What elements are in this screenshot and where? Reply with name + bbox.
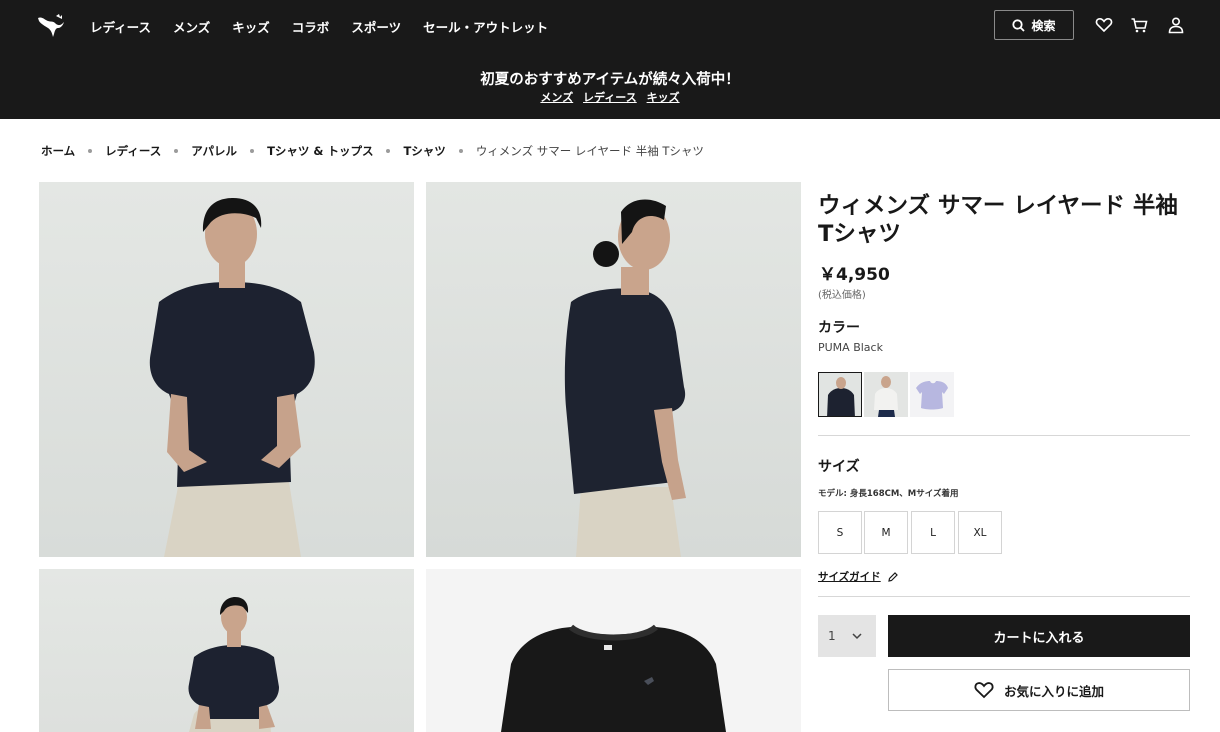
nav-mens[interactable]: メンズ — [173, 17, 210, 36]
color-swatch-black[interactable] — [818, 372, 862, 417]
breadcrumb-apparel[interactable]: アパレル — [191, 143, 237, 159]
size-heading: サイズ — [818, 459, 860, 475]
breadcrumb-separator — [88, 149, 93, 153]
nav-kids[interactable]: キッズ — [232, 17, 270, 36]
nav-ladies[interactable]: レディース — [90, 17, 151, 36]
breadcrumb-separator — [458, 149, 463, 153]
wishlist-label: お気に入りに追加 — [1003, 683, 1104, 699]
model-size-note: モデル: 身長168CM、Mサイズ着用 — [818, 489, 959, 499]
breadcrumb-separator — [250, 149, 255, 153]
product-image-flatlay[interactable] — [426, 569, 801, 732]
nav-sale-outlet[interactable]: セール・アウトレット — [423, 17, 548, 36]
product-image-front[interactable] — [39, 182, 414, 557]
add-to-cart-button[interactable]: カートに入れる — [888, 615, 1190, 657]
promo-links: メンズ レディース キッズ — [0, 89, 1220, 105]
breadcrumb-tshirts[interactable]: Tシャツ — [403, 143, 445, 159]
tax-note: (税込価格) — [818, 290, 866, 301]
size-guide-link[interactable]: サイズガイド — [818, 569, 899, 584]
heart-icon[interactable] — [1095, 16, 1113, 34]
pencil-icon — [887, 571, 898, 582]
quantity-select[interactable]: 1 — [818, 615, 876, 657]
product-image-side[interactable] — [426, 182, 801, 557]
main-nav: レディース メンズ キッズ コラボ スポーツ セール・アウトレット — [90, 0, 570, 52]
product-price: ￥4,950 — [819, 265, 890, 285]
selected-color: PUMA Black — [818, 341, 883, 354]
promo-link-mens[interactable]: メンズ — [540, 91, 573, 104]
quantity-value: 1 — [828, 629, 836, 643]
promo-link-ladies[interactable]: レディース — [583, 91, 637, 104]
search-icon — [1012, 18, 1026, 32]
breadcrumb-home[interactable]: ホーム — [41, 143, 75, 159]
breadcrumb-separator — [386, 149, 391, 153]
cart-icon[interactable] — [1130, 16, 1148, 34]
size-option-s[interactable]: S — [818, 511, 862, 554]
size-option-l[interactable]: L — [911, 511, 955, 554]
divider — [818, 596, 1190, 597]
nav-collab[interactable]: コラボ — [292, 17, 330, 36]
product-title: ウィメンズ サマー レイヤード 半袖 Tシャツ — [818, 193, 1178, 247]
user-icon[interactable] — [1167, 16, 1185, 34]
add-to-wishlist-button[interactable]: お気に入りに追加 — [888, 669, 1190, 711]
top-navigation-bar: レディース メンズ キッズ コラボ スポーツ セール・アウトレット 検索 — [0, 0, 1220, 52]
chevron-down-icon — [852, 633, 862, 640]
divider — [818, 435, 1190, 436]
size-option-m[interactable]: M — [864, 511, 908, 554]
nav-sports[interactable]: スポーツ — [351, 17, 401, 36]
promo-title: 初夏のおすすめアイテムが続々入荷中！ — [480, 72, 740, 88]
breadcrumb-ladies[interactable]: レディース — [105, 143, 161, 159]
color-heading: カラー — [818, 320, 860, 336]
breadcrumb-tshirts-tops[interactable]: Tシャツ & トップス — [267, 143, 373, 159]
puma-logo-icon[interactable] — [36, 12, 66, 38]
size-guide-label: サイズガイド — [818, 571, 881, 583]
color-swatch-white[interactable] — [864, 372, 908, 417]
breadcrumb-current: ウィメンズ サマー レイヤード 半袖 Tシャツ — [475, 144, 704, 158]
size-option-xl[interactable]: XL — [958, 511, 1002, 554]
promo-banner: 初夏のおすすめアイテムが続々入荷中！ メンズ レディース キッズ — [0, 52, 1220, 119]
heart-icon — [974, 682, 994, 699]
search-button[interactable]: 検索 — [994, 10, 1074, 40]
color-swatch-lavender[interactable] — [910, 372, 954, 417]
search-label: 検索 — [1031, 18, 1056, 33]
breadcrumb-separator — [174, 149, 179, 153]
product-image-full-body[interactable] — [39, 569, 414, 732]
breadcrumb: ホーム レディース アパレル Tシャツ & トップス Tシャツ ウィメンズ サマ… — [41, 142, 704, 160]
promo-link-kids[interactable]: キッズ — [647, 91, 680, 104]
